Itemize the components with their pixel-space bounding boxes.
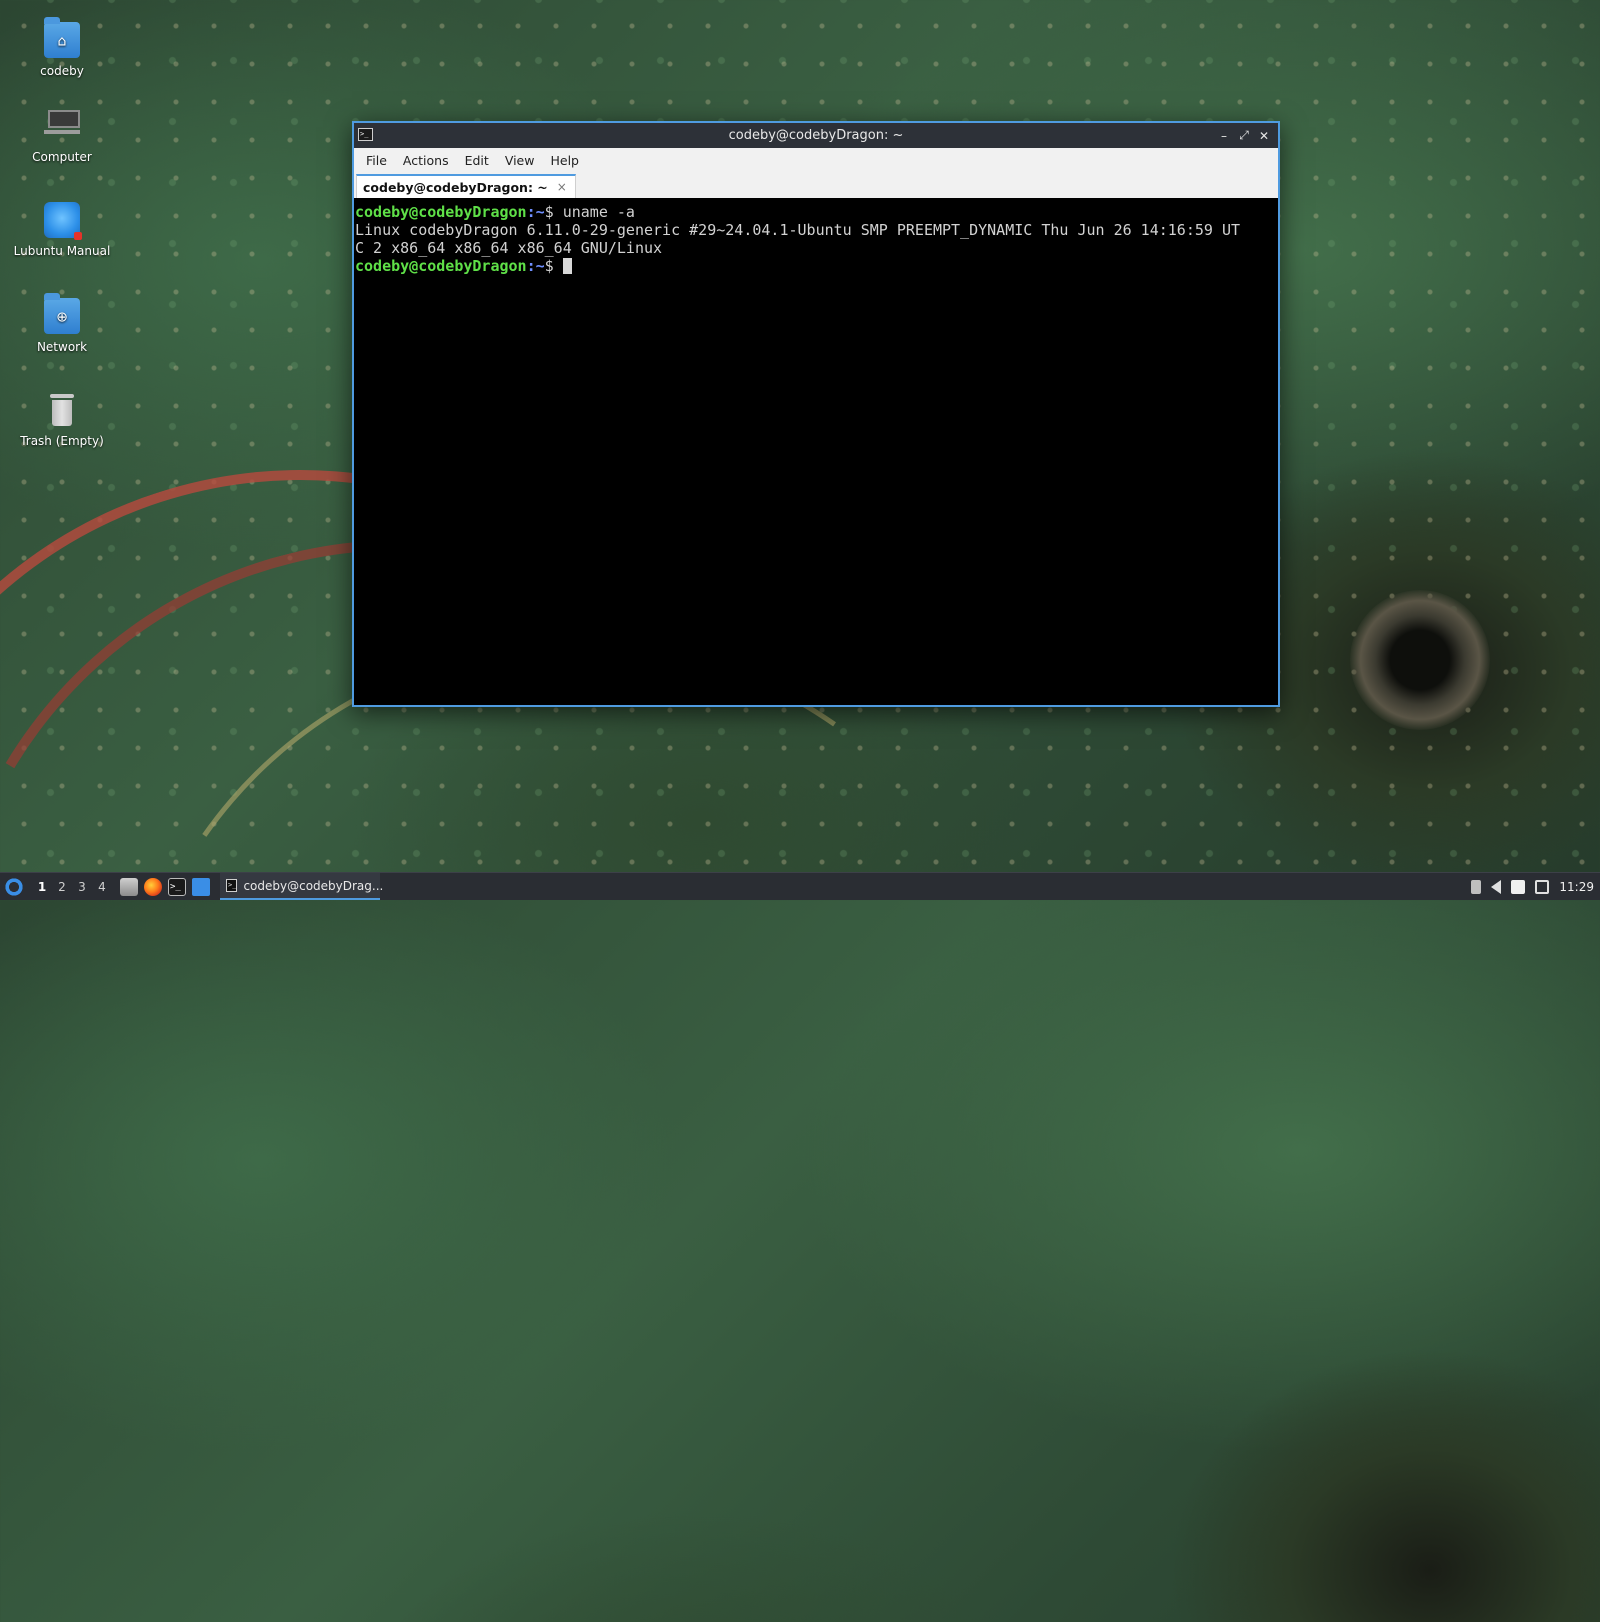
desktop-switcher: 1 2 3 4 xyxy=(32,880,112,894)
menu-view[interactable]: View xyxy=(497,150,543,171)
network-folder-icon: ⊕ xyxy=(44,293,80,334)
terminal-line-prompt: codeby@codebyDragon:~$ xyxy=(355,257,1278,275)
menubar: File Actions Edit View Help xyxy=(354,148,1278,172)
desktop-3-button[interactable]: 3 xyxy=(72,880,92,894)
desktop-icon-label: Network xyxy=(36,340,88,354)
terminal-output-line: Linux codebyDragon 6.11.0-29-generic #29… xyxy=(355,221,1241,239)
volume-icon[interactable] xyxy=(1491,879,1502,894)
minimize-icon[interactable]: – xyxy=(1216,128,1232,144)
trash-icon xyxy=(44,392,80,428)
computer-icon xyxy=(44,108,80,144)
terminal-app-icon[interactable]: >_ xyxy=(358,128,373,141)
system-tray: 11:29 xyxy=(1471,879,1600,894)
start-menu-icon[interactable] xyxy=(4,876,24,897)
show-desktop-icon[interactable] xyxy=(192,877,210,896)
maximize-icon[interactable]: ⤢ xyxy=(1236,128,1252,144)
wallpaper-gear xyxy=(1350,590,1490,730)
terminal-launcher-icon[interactable]: >_ xyxy=(168,877,186,896)
desktop-icon-manual[interactable]: Lubuntu Manual xyxy=(7,202,117,258)
quick-launch: >_ xyxy=(120,877,210,896)
taskbar-window-button[interactable]: >_ codeby@codebyDrag... xyxy=(220,873,384,900)
terminal-command: uname -a xyxy=(562,203,635,221)
menu-edit[interactable]: Edit xyxy=(457,150,497,171)
menu-file[interactable]: File xyxy=(358,150,395,171)
menu-help[interactable]: Help xyxy=(542,150,587,171)
desktop-icon-label: codeby xyxy=(40,64,84,78)
tab-close-icon[interactable]: × xyxy=(557,180,567,194)
terminal-cursor xyxy=(562,258,572,274)
desktop-icon-label: Lubuntu Manual xyxy=(13,244,111,258)
desktop-icon-home[interactable]: ⌂ codeby xyxy=(7,17,117,78)
taskbar: 1 2 3 4 >_ >_ codeby@codebyDrag... 11:29 xyxy=(0,872,1600,900)
network-status-icon[interactable] xyxy=(1535,879,1550,894)
desktop-icon-network[interactable]: ⊕ Network xyxy=(7,293,117,354)
tab-bar: codeby@codebyDragon: ~ × xyxy=(354,172,1278,199)
terminal-output-line: C 2 x86_64 x86_64 x86_64 GNU/Linux xyxy=(355,239,663,257)
removable-media-icon[interactable] xyxy=(1471,879,1482,894)
desktop-icon-computer[interactable]: Computer xyxy=(7,108,117,164)
clipboard-icon[interactable] xyxy=(1511,879,1526,894)
firefox-icon[interactable] xyxy=(144,877,162,896)
window-titlebar[interactable]: >_ codeby@codebyDragon: ~ – ⤢ ✕ xyxy=(354,123,1278,148)
close-icon[interactable]: ✕ xyxy=(1256,128,1272,144)
desktop-1-button[interactable]: 1 xyxy=(32,880,52,894)
desktop-4-button[interactable]: 4 xyxy=(92,880,112,894)
taskbar-window-label: codeby@codebyDrag... xyxy=(243,878,384,893)
tab-terminal[interactable]: codeby@codebyDragon: ~ × xyxy=(356,174,576,198)
desktop-icon-trash[interactable]: Trash (Empty) xyxy=(7,392,117,448)
home-folder-icon: ⌂ xyxy=(44,17,80,58)
menu-actions[interactable]: Actions xyxy=(395,150,457,171)
clock[interactable]: 11:29 xyxy=(1559,880,1594,894)
desktop-2-button[interactable]: 2 xyxy=(52,880,72,894)
manual-icon xyxy=(44,202,82,240)
desktop-icon-label: Trash (Empty) xyxy=(20,434,104,448)
file-manager-icon[interactable] xyxy=(120,877,138,896)
desktop-icon-label: Computer xyxy=(32,150,92,164)
terminal-task-icon: >_ xyxy=(226,879,238,892)
window-title: codeby@codebyDragon: ~ xyxy=(728,128,904,143)
terminal-window[interactable]: >_ codeby@codebyDragon: ~ – ⤢ ✕ File Act… xyxy=(352,121,1280,707)
terminal-line-command: codeby@codebyDragon:~$ uname -a xyxy=(355,203,635,221)
terminal-output[interactable]: codeby@codebyDragon:~$ uname -a Linux cod… xyxy=(354,198,1278,705)
tab-label: codeby@codebyDragon: ~ xyxy=(363,179,548,195)
